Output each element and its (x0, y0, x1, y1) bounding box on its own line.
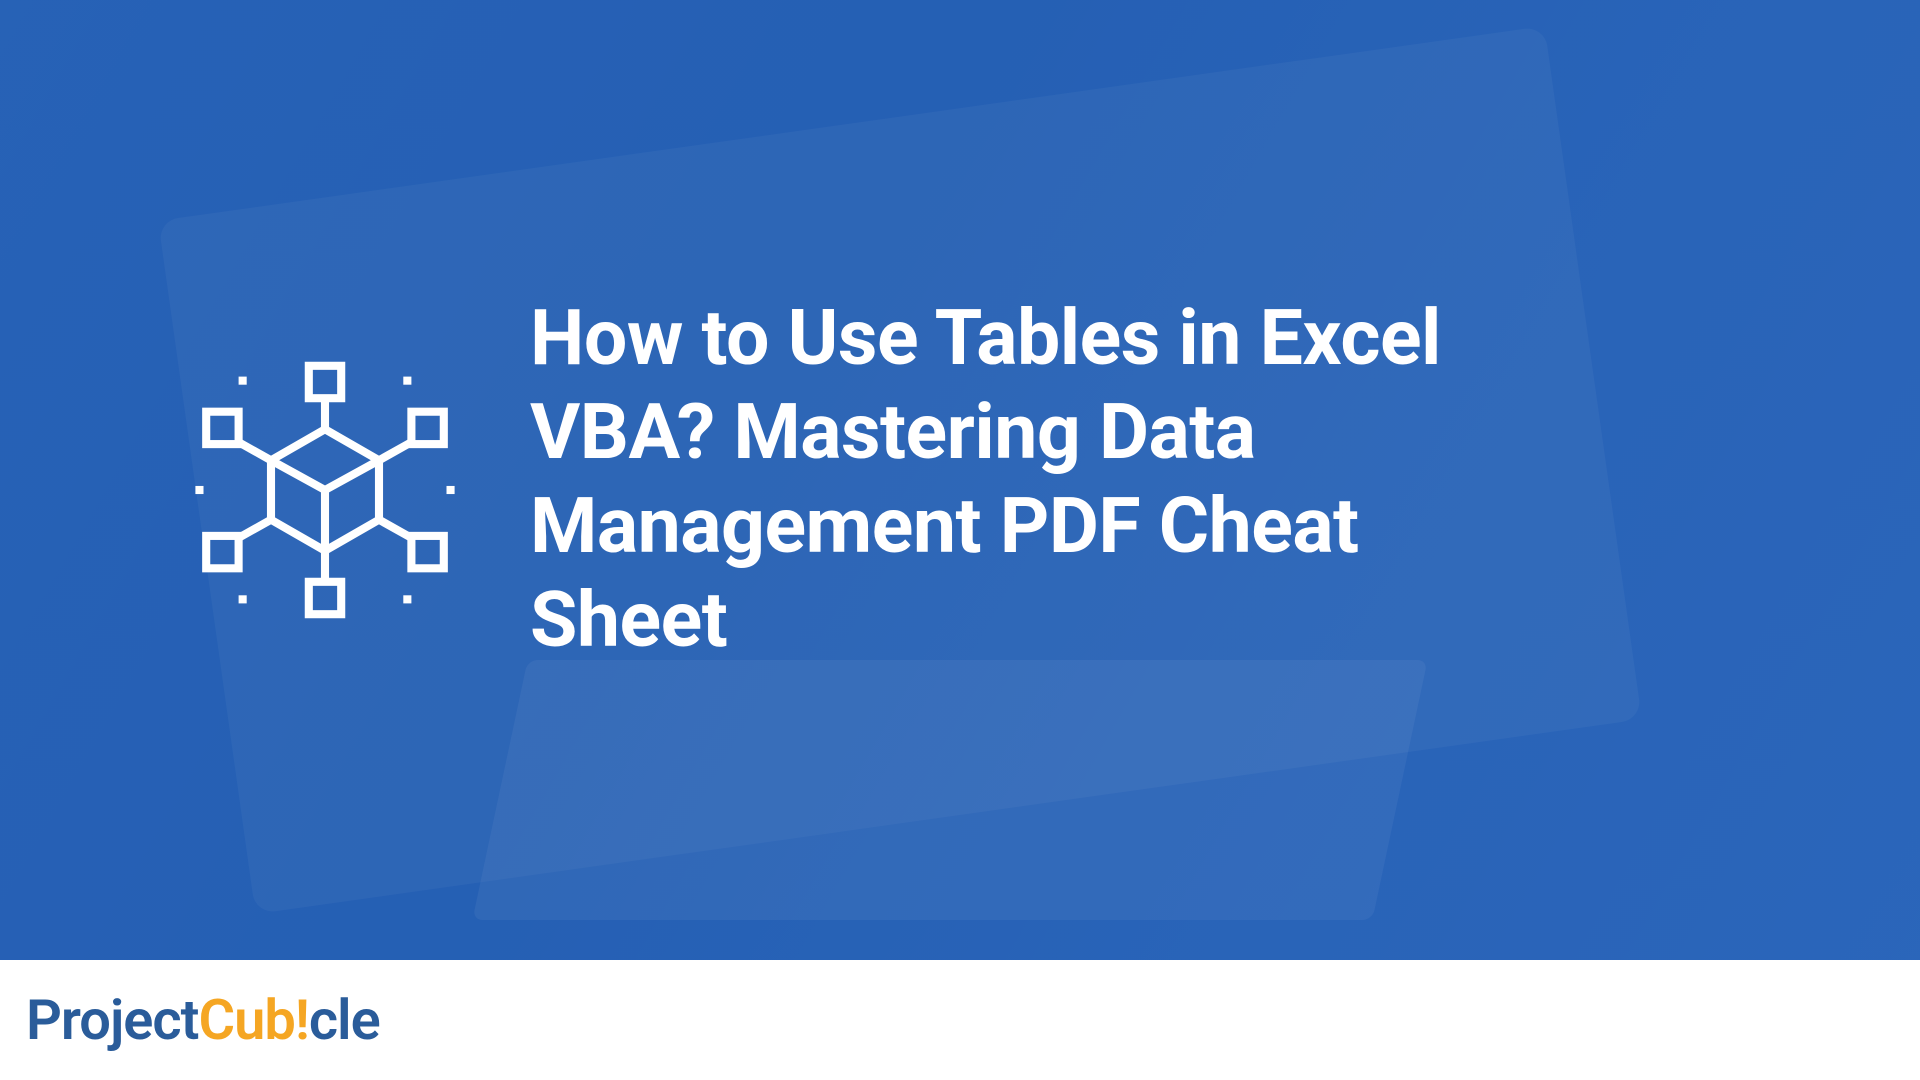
blockchain-cube-icon (190, 355, 460, 625)
logo-text-cub: Cub (198, 987, 294, 1053)
logo-text-project: Project (26, 987, 198, 1053)
brand-logo: ProjectCub!cle (26, 987, 380, 1053)
hero-banner: How to Use Tables in Excel VBA? Masterin… (0, 0, 1920, 960)
logo-text-cle: cle (309, 987, 380, 1053)
logo-exclaim: ! (295, 987, 309, 1053)
footer-bar: ProjectCub!cle (0, 960, 1920, 1080)
hero-headline: How to Use Tables in Excel VBA? Masterin… (530, 292, 1530, 668)
